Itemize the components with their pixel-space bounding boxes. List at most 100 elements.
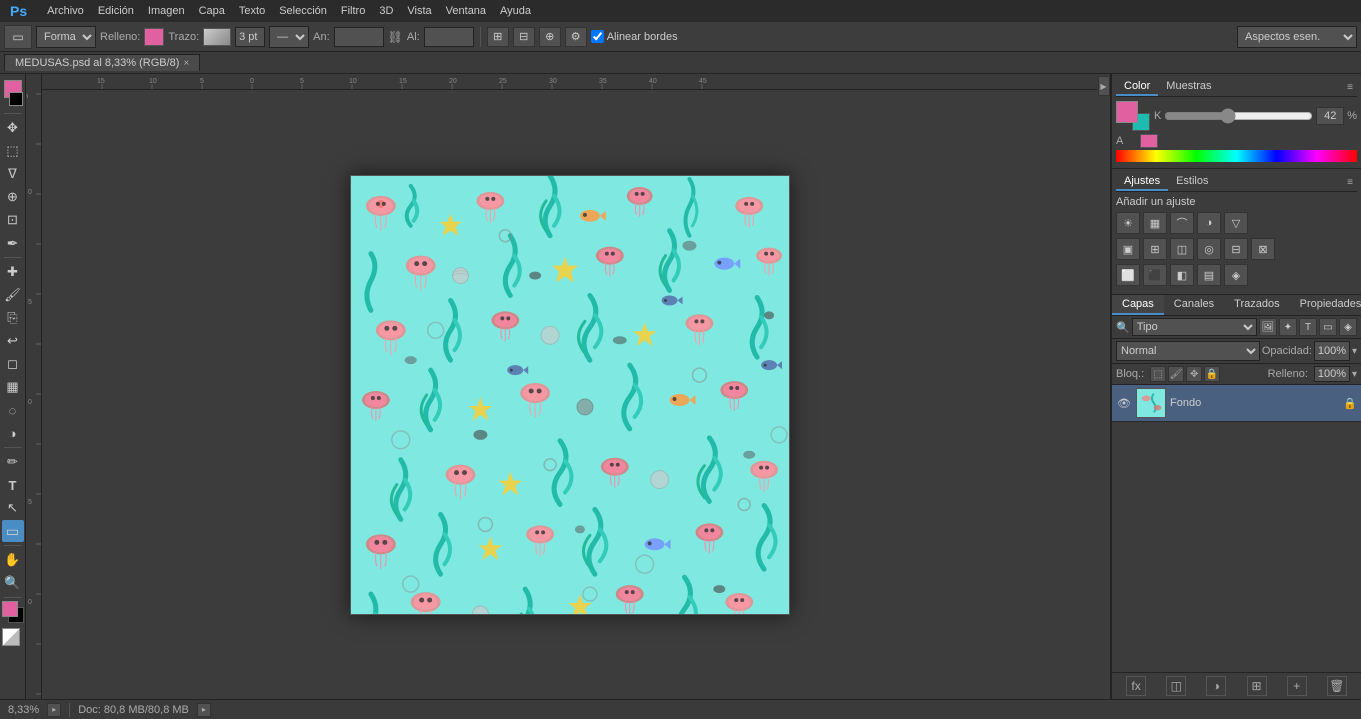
brush-tool[interactable]: 🖌 (2, 284, 24, 306)
zoom-tool[interactable]: 🔍 (2, 572, 24, 594)
black-white-btn[interactable]: ◫ (1170, 238, 1194, 260)
workspace-picker[interactable]: Aspectos esen. (1237, 26, 1357, 48)
layer-item-fondo[interactable]: 👁 Fondo 🔒 (1112, 385, 1361, 422)
history-brush-tool[interactable]: ↩ (2, 330, 24, 352)
background-color[interactable] (9, 92, 23, 106)
menu-filtro[interactable]: Filtro (335, 3, 371, 19)
tab-propiedades[interactable]: Propiedades (1290, 295, 1361, 315)
eyedropper-tool[interactable]: ✒ (2, 232, 24, 254)
menu-3d[interactable]: 3D (373, 3, 399, 19)
path-ops-btn[interactable]: ⊕ (539, 27, 561, 47)
menu-ventana[interactable]: Ventana (440, 3, 492, 19)
layer-filter-adj-btn[interactable]: ✦ (1279, 318, 1297, 336)
stroke-type-picker[interactable]: — (269, 26, 309, 48)
menu-vista[interactable]: Vista (401, 3, 437, 19)
color-panel-options[interactable]: ≡ (1347, 82, 1353, 93)
color-spectrum-bar[interactable] (1116, 150, 1357, 162)
menu-seleccion[interactable]: Selección (273, 3, 333, 19)
opacity-arrow-btn[interactable]: ▾ (1352, 346, 1357, 357)
layer-filter-type-btn[interactable]: T (1299, 318, 1317, 336)
blur-tool[interactable]: ◌ (2, 399, 24, 421)
move-tool[interactable]: ✥ (2, 117, 24, 139)
lock-brush-btn[interactable]: 🖌 (1168, 366, 1184, 382)
tab-color[interactable]: Color (1116, 78, 1158, 96)
path-align-settings-btn[interactable]: ⚙ (565, 27, 587, 47)
tab-capas[interactable]: Capas (1112, 295, 1164, 315)
tab-ajustes[interactable]: Ajustes (1116, 173, 1168, 191)
vibrance-btn[interactable]: ▽ (1224, 212, 1248, 234)
adjustments-panel-options[interactable]: ≡ (1347, 177, 1353, 188)
quick-mask-btn[interactable] (2, 628, 20, 646)
layer-new-btn[interactable]: + (1287, 676, 1307, 696)
gradient-tool[interactable]: ▦ (2, 376, 24, 398)
link-wh-btn[interactable]: ⛓ (388, 30, 403, 44)
posterize-btn[interactable]: ⬛ (1143, 264, 1167, 286)
photo-filter-btn[interactable]: ◎ (1197, 238, 1221, 260)
shape-picker[interactable]: Forma (36, 26, 96, 48)
healing-tool[interactable]: ✚ (2, 261, 24, 283)
clone-tool[interactable]: ⎘ (2, 307, 24, 329)
align-path-btn[interactable]: ⊞ (487, 27, 509, 47)
crop-tool[interactable]: ⊡ (2, 209, 24, 231)
layer-group-btn[interactable]: ⊞ (1247, 676, 1267, 696)
layer-filter-shape-btn[interactable]: ▭ (1319, 318, 1337, 336)
color-fg-swatch[interactable] (1116, 101, 1138, 123)
pen-tool[interactable]: ✏ (2, 451, 24, 473)
gradient-map-btn[interactable]: ▤ (1197, 264, 1221, 286)
fg-swatch[interactable] (2, 601, 18, 617)
stroke-swatch[interactable] (203, 28, 231, 46)
exposure-btn[interactable]: ◑ (1197, 212, 1221, 234)
eraser-tool[interactable]: ◻ (2, 353, 24, 375)
canvas-scroll[interactable] (42, 90, 1097, 699)
quick-select-tool[interactable]: ⊕ (2, 186, 24, 208)
tab-estilos[interactable]: Estilos (1168, 173, 1216, 191)
zoom-indicator[interactable]: ▸ (47, 703, 61, 717)
menu-imagen[interactable]: Imagen (142, 3, 191, 19)
height-input[interactable] (424, 27, 474, 47)
dodge-tool[interactable]: ◑ (2, 422, 24, 444)
menu-archivo[interactable]: Archivo (41, 3, 90, 19)
levels-btn[interactable]: ▦ (1143, 212, 1167, 234)
blend-mode-picker[interactable]: Normal (1116, 341, 1260, 361)
hand-tool[interactable]: ✋ (2, 549, 24, 571)
tab-close[interactable]: × (183, 58, 189, 69)
selective-color-btn[interactable]: ◈ (1224, 264, 1248, 286)
lock-move-btn[interactable]: ✥ (1186, 366, 1202, 382)
color-lookup-btn[interactable]: ⊠ (1251, 238, 1275, 260)
invert-btn[interactable]: ⬜ (1116, 264, 1140, 286)
layer-filter-img-btn[interactable]: 🖼 (1259, 318, 1277, 336)
doc-info-arrow[interactable]: ▸ (197, 703, 211, 717)
text-tool[interactable]: T (2, 474, 24, 496)
tab-canales[interactable]: Canales (1164, 295, 1224, 315)
align-edges-btn[interactable]: ⊟ (513, 27, 535, 47)
threshold-btn[interactable]: ◧ (1170, 264, 1194, 286)
tab-trazados[interactable]: Trazados (1224, 295, 1289, 315)
menu-ayuda[interactable]: Ayuda (494, 3, 537, 19)
layer-adj-btn[interactable]: ◑ (1206, 676, 1226, 696)
tab-muestras[interactable]: Muestras (1158, 78, 1219, 96)
lock-all-btn[interactable]: 🔒 (1204, 366, 1220, 382)
hue-sat-btn[interactable]: ▣ (1116, 238, 1140, 260)
shape-tool[interactable]: ▭ (2, 520, 24, 542)
align-bordes-checkbox[interactable] (591, 30, 604, 43)
layer-type-picker[interactable]: Tipo (1132, 318, 1257, 336)
color-balance-btn[interactable]: ⊞ (1143, 238, 1167, 260)
channel-mixer-btn[interactable]: ⊟ (1224, 238, 1248, 260)
menu-capa[interactable]: Capa (193, 3, 231, 19)
document-tab[interactable]: MEDUSAS.psd al 8,33% (RGB/8) × (4, 54, 200, 71)
curves-btn[interactable]: ⌒ (1170, 212, 1194, 234)
opacity-input[interactable] (1314, 341, 1350, 361)
menu-edicion[interactable]: Edición (92, 3, 140, 19)
fill-input[interactable] (1314, 366, 1350, 382)
brightness-contrast-btn[interactable]: ☀ (1116, 212, 1140, 234)
selection-tool[interactable]: ⬚ (2, 140, 24, 162)
fill-color-swatch[interactable] (144, 28, 164, 46)
channel-value-input[interactable] (1316, 107, 1344, 125)
channel-slider[interactable] (1164, 112, 1313, 120)
collapse-arrow-top[interactable]: ▶ (1098, 76, 1110, 96)
menu-texto[interactable]: Texto (233, 3, 271, 19)
stroke-size-input[interactable]: 3 pt (235, 27, 265, 47)
layer-fx-btn[interactable]: fx (1126, 676, 1146, 696)
alpha-swatch[interactable] (1140, 134, 1158, 148)
tool-preset-btn[interactable]: ▭ (4, 25, 32, 49)
